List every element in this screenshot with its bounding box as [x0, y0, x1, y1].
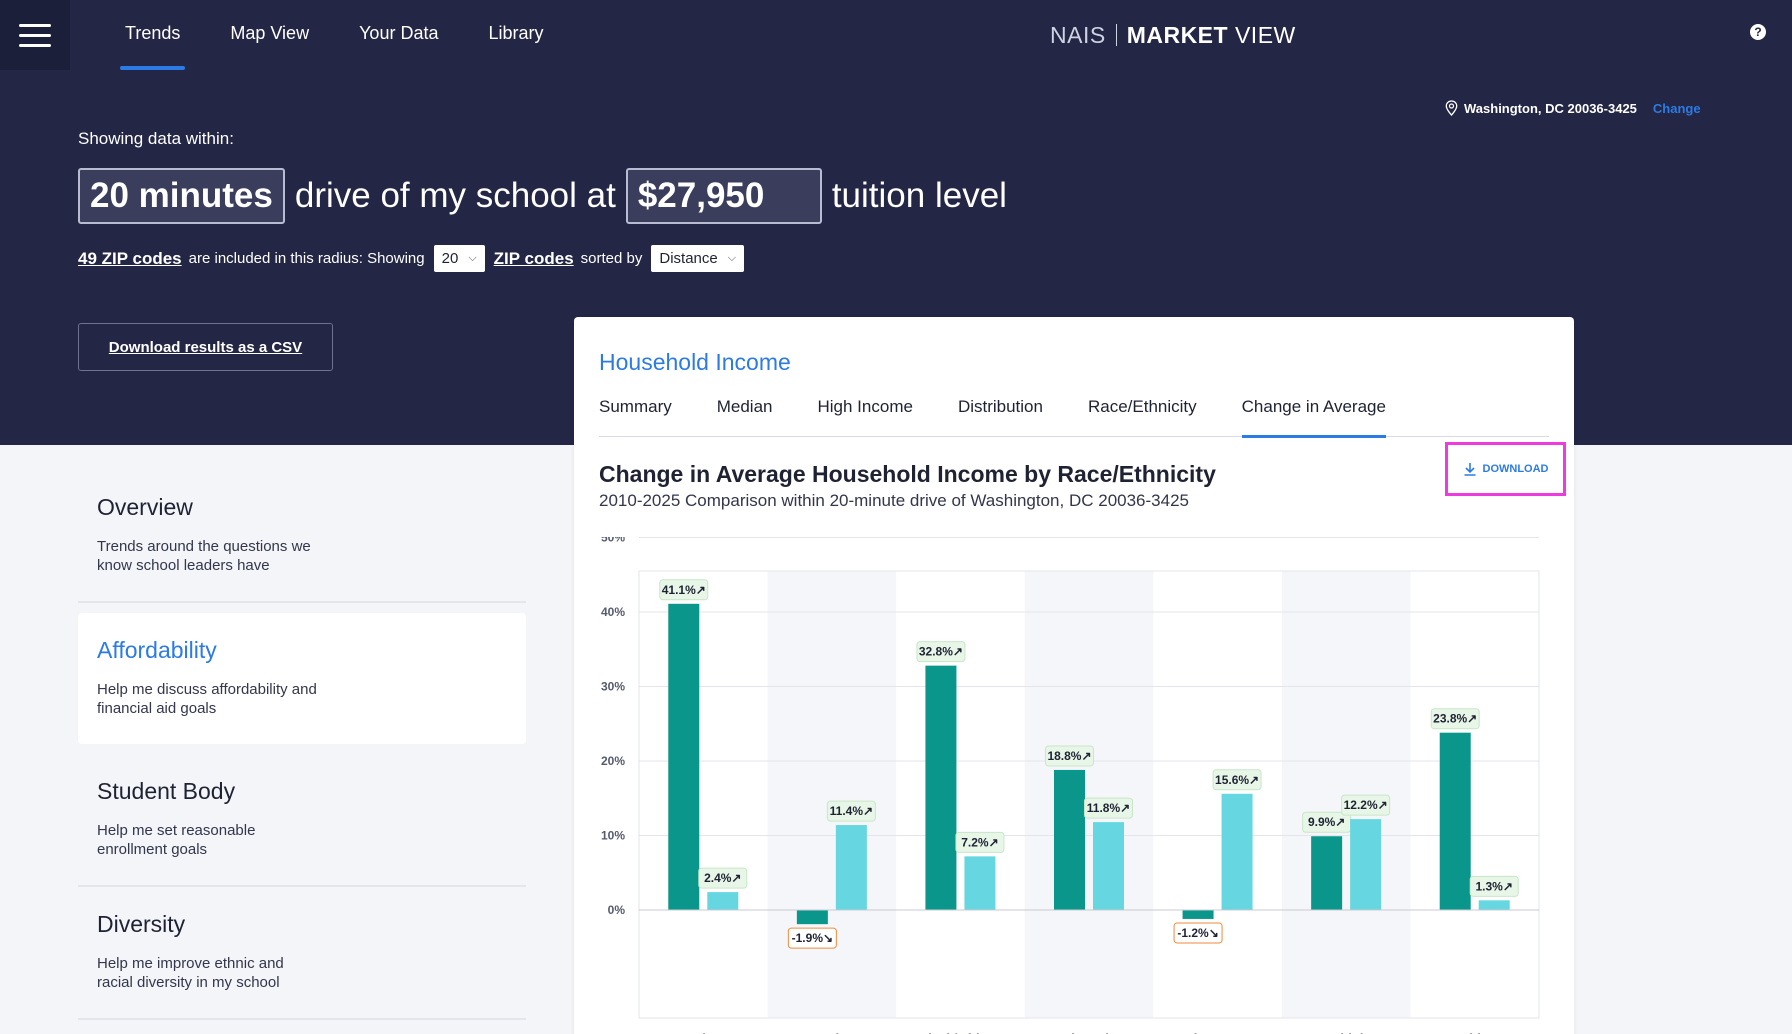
bar: [1311, 836, 1343, 910]
bar: [1093, 822, 1124, 910]
data-label: 23.8%↗: [1433, 712, 1477, 726]
sidebar-item-desc: Help me set reasonable enrollment goals: [97, 822, 256, 858]
bar: [925, 665, 957, 910]
tab-summary[interactable]: Summary: [599, 395, 672, 437]
category-band: [1024, 571, 1154, 1018]
y-tick-label: 20%: [601, 754, 625, 768]
change-in-average-chart: 50%40%30%20%10%0%41.1%↗2.4%↗Asian-1.9%↘1…: [601, 537, 1540, 1034]
sidebar-item-title: Overview: [97, 494, 193, 520]
sidebar-item-student-body[interactable]: Student Body Help me set reasonable enro…: [78, 754, 526, 887]
sidebar-item-title: Affordability: [97, 637, 217, 663]
sort-select[interactable]: Distance ⌵: [651, 245, 745, 272]
tab-bar: Summary Median High Income Distribution …: [599, 395, 1549, 438]
bar: [796, 910, 828, 925]
sidebar-item-affordability[interactable]: Affordability Help me discuss affordabil…: [78, 613, 526, 744]
y-tick-label: 10%: [601, 829, 625, 843]
zip-count-link[interactable]: 49 ZIP codes: [78, 249, 182, 269]
tuition-text: tuition level: [831, 176, 1007, 215]
bar: [1054, 769, 1085, 910]
chart-subtitle: 2010-2025 Comparison within 20-minute dr…: [599, 491, 1189, 510]
bar: [1478, 900, 1510, 910]
sidebar: Overview Trends around the questions we …: [78, 470, 526, 1020]
zip-codes-link[interactable]: ZIP codes: [494, 249, 574, 269]
y-tick-label: 30%: [601, 680, 625, 694]
nav-item-your-data[interactable]: Your Data: [334, 0, 463, 70]
filter-sentence: 20 minutes drive of my school at $27,950…: [78, 168, 1017, 224]
tab-distribution[interactable]: Distribution: [958, 395, 1043, 437]
sidebar-item-desc: Help me improve ethnic and racial divers…: [97, 955, 284, 991]
category-band: [1281, 571, 1411, 1018]
bar: [835, 825, 867, 910]
y-tick-label: 50%: [601, 537, 625, 545]
data-label: 11.4%↗: [830, 804, 873, 818]
bar: [707, 892, 739, 910]
bar: [964, 856, 996, 910]
brand-logo: NAIS MARKET VIEW: [1050, 22, 1296, 48]
household-income-card: Household Income Summary Median High Inc…: [574, 317, 1574, 1034]
sidebar-item-desc: Trends around the questions we know scho…: [97, 538, 311, 574]
nav-item-trends[interactable]: Trends: [100, 0, 205, 70]
chart-title: Change in Average Household Income by Ra…: [599, 461, 1216, 487]
card-title: Household Income: [599, 349, 791, 375]
zip-text: are included in this radius: Showing: [188, 250, 425, 267]
showing-label: Showing data within:: [78, 129, 234, 148]
location-display: Washington, DC 20036-3425 Change: [1445, 100, 1701, 116]
sidebar-item-desc: Help me discuss affordability and financ…: [97, 681, 317, 717]
nav-item-map-view[interactable]: Map View: [205, 0, 334, 70]
data-label: 1.3%↗: [1476, 879, 1513, 893]
chevron-down-icon: ⌵: [727, 252, 737, 264]
bar: [1350, 819, 1382, 910]
map-pin-icon: [1445, 100, 1458, 116]
data-label: 2.4%↗: [704, 871, 741, 885]
bar: [1182, 910, 1214, 919]
bar: [1439, 732, 1471, 910]
nav-item-library[interactable]: Library: [463, 0, 568, 70]
data-label: 32.8%↗: [919, 645, 963, 659]
chevron-down-icon: ⌵: [468, 252, 477, 264]
hamburger-menu-icon[interactable]: [0, 0, 70, 70]
download-button[interactable]: DOWNLOAD: [1445, 442, 1566, 496]
showing-count-select[interactable]: 20 ⌵: [433, 245, 485, 272]
tab-high-income[interactable]: High Income: [818, 395, 913, 437]
tab-median[interactable]: Median: [717, 395, 773, 437]
drive-time-field[interactable]: 20 minutes: [78, 168, 285, 224]
data-label: 7.2%↗: [961, 835, 998, 849]
y-tick-label: 40%: [601, 605, 625, 619]
tab-race-ethnicity[interactable]: Race/Ethnicity: [1088, 395, 1197, 437]
tab-change-in-average[interactable]: Change in Average: [1241, 395, 1387, 438]
download-csv-button[interactable]: Download results as a CSV: [78, 323, 333, 371]
bar: [668, 603, 700, 910]
bar: [1221, 793, 1253, 910]
sidebar-item-title: Diversity: [97, 911, 186, 937]
top-nav: Trends Map View Your Data Library: [100, 0, 569, 70]
data-label: 11.8%↗: [1087, 801, 1130, 815]
drive-text: drive of my school at: [294, 176, 616, 215]
sidebar-item-title: Student Body: [97, 778, 236, 804]
data-label: 12.2%↗: [1344, 798, 1388, 812]
data-label: 41.1%↗: [662, 583, 706, 597]
download-icon: [1464, 463, 1475, 476]
help-icon[interactable]: ?: [1750, 24, 1766, 40]
category-band: [767, 571, 897, 1018]
data-label: 15.6%↗: [1215, 773, 1259, 787]
sidebar-item-overview[interactable]: Overview Trends around the questions we …: [78, 470, 526, 603]
location-text: Washington, DC 20036-3425: [1464, 100, 1637, 116]
change-location-link[interactable]: Change: [1653, 101, 1701, 116]
sorted-by-label: sorted by: [580, 250, 643, 267]
data-label: -1.2%↘: [1177, 926, 1218, 940]
sidebar-item-diversity[interactable]: Diversity Help me improve ethnic and rac…: [78, 887, 526, 1020]
data-label: 18.8%↗: [1047, 749, 1091, 763]
data-label: -1.9%↘: [792, 931, 833, 945]
download-label: DOWNLOAD: [1482, 463, 1549, 475]
tuition-field[interactable]: $27,950: [625, 168, 822, 224]
zip-line: 49 ZIP codes are included in this radius…: [78, 245, 746, 272]
data-label: 9.9%↗: [1308, 815, 1345, 829]
y-tick-label: 0%: [608, 903, 626, 917]
